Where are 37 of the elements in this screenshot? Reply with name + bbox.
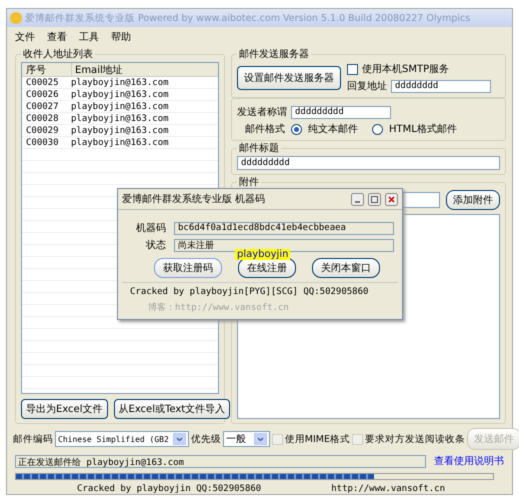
radio-label: 纯文本邮件 — [308, 122, 358, 136]
group-title: 邮件发送服务器 — [238, 48, 310, 62]
footer-text: Cracked by playboyjin QQ:502905860 — [77, 484, 262, 494]
dialog-title: 爱博邮件群发系统专业版 机器码 — [122, 192, 266, 206]
table-cell-text: playboyjin@163.com — [71, 102, 170, 112]
field-label: 优先级 — [190, 432, 221, 446]
group-title: 附件 — [238, 176, 260, 190]
status-field: 正在发送邮件给 playboyjin@163.com — [15, 454, 426, 468]
radio-label: HTML格式邮件 — [389, 122, 457, 136]
checkbox-label: 要求对方发送阅读收条 — [364, 432, 465, 446]
tooltip: playboyjin — [235, 249, 290, 260]
group-title: 收件人地址列表 — [22, 48, 94, 62]
field-label: 机器码 — [135, 222, 166, 235]
table-cell-text: playboyjin@163.com — [71, 126, 170, 136]
group-title: 邮件标题 — [238, 142, 280, 156]
field-label: 回复地址 — [347, 80, 387, 94]
field-label: 发送者称谓 — [237, 106, 287, 120]
table-cell-text: C00025 — [25, 78, 60, 88]
checkbox-label: 使用本机SMTP服务 — [362, 62, 450, 76]
machine-code-field: bc6d4f0a1d1ecd8bdc41eb4ecbbeaea — [174, 222, 394, 234]
credit-text: Cracked by playboyjin[PYG][SCG] QQ:502905860 — [122, 282, 398, 297]
table-cell-text: C00027 — [25, 102, 60, 112]
checkbox-label: 使用MIME格式 — [284, 432, 350, 446]
footer-text: http://www.vansoft.cn — [331, 484, 446, 494]
field-label: 邮件编码 — [13, 432, 53, 446]
table-cell-text: C00026 — [25, 90, 60, 100]
table-cell-text: C00028 — [25, 114, 60, 124]
blog-text: 博客：http://www.vansoft.cn — [147, 302, 290, 315]
table-cell-text: C00030 — [25, 138, 60, 148]
table-cell-text: C00029 — [25, 126, 60, 136]
table-cell-text: playboyjin@163.com — [71, 138, 170, 148]
table-cell-text: playboyjin@163.com — [71, 78, 170, 88]
window-title: 爱博邮件群发系统专业版 Powered by www.aibotec.com Version 5.1.0 Build 20080227 Olympics — [25, 12, 470, 25]
table-cell-text: playboyjin@163.com — [71, 114, 170, 124]
field-label: 邮件格式 — [245, 122, 285, 136]
table-cell-text: playboyjin@163.com — [71, 90, 170, 100]
field-label: 状态 — [145, 238, 166, 252]
